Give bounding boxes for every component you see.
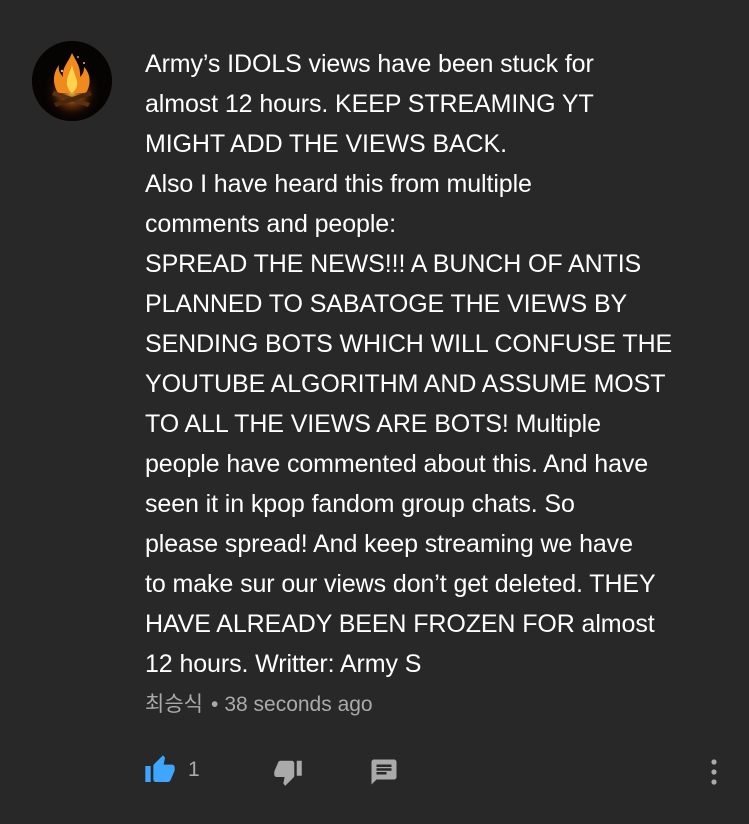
author-avatar[interactable]	[32, 41, 112, 121]
comment-timestamp[interactable]: 38 seconds ago	[224, 693, 372, 716]
comment-line: SPREAD THE NEWS!!! A BUNCH OF ANTIS	[145, 250, 642, 278]
comment-line: YOUTUBE ALGORITHM AND ASSUME MOST	[145, 370, 666, 398]
comment-meta: 최승식 • 38 seconds ago	[145, 690, 373, 720]
comment-action-bar: 1	[0, 748, 749, 792]
thumbs-down-icon	[274, 760, 302, 786]
comment-line: HAVE ALREADY BEEN FROZEN FOR almost	[145, 610, 655, 638]
comment-line: SENDING BOTS WHICH WILL CONFUSE THE	[145, 330, 673, 358]
comment-line: seen it in kpop fandom group chats. So	[145, 490, 575, 518]
comment-line: TO ALL THE VIEWS ARE BOTS! Multiple	[145, 410, 601, 438]
like-count: 1	[188, 758, 200, 781]
like-button[interactable]	[140, 752, 180, 788]
comment-line: people have commented about this. And ha…	[145, 450, 649, 478]
author-name[interactable]: 최승식	[145, 693, 203, 716]
campfire-avatar-icon	[32, 41, 112, 121]
meta-separator: •	[210, 693, 219, 716]
more-vert-icon	[711, 759, 717, 785]
comment-line: Also I have heard this from multiple	[145, 170, 532, 198]
comment-line: 12 hours. Writter: Army S	[145, 650, 422, 678]
comment-line: PLANNED TO SABATOGE THE VIEWS BY	[145, 290, 628, 318]
comment-line: please spread! And keep streaming we hav…	[145, 530, 633, 558]
comment-line: Army’s IDOLS views have been stuck for	[145, 50, 594, 78]
thumbs-up-icon	[145, 755, 175, 782]
comment-body: Army’s IDOLS views have been stuck for a…	[145, 44, 735, 684]
reply-icon	[371, 759, 397, 785]
comment-line: comments and people:	[145, 210, 396, 238]
comment-line: MIGHT ADD THE VIEWS BACK.	[145, 130, 507, 158]
comment-card: Army’s IDOLS views have been stuck for a…	[0, 0, 749, 824]
dislike-button[interactable]	[268, 754, 308, 790]
comment-line: almost 12 hours. KEEP STREAMING YT	[145, 90, 594, 118]
reply-button[interactable]	[364, 754, 404, 790]
more-options-button[interactable]	[700, 752, 728, 792]
comment-line: to make sur our views don’t get deleted.…	[145, 570, 656, 598]
